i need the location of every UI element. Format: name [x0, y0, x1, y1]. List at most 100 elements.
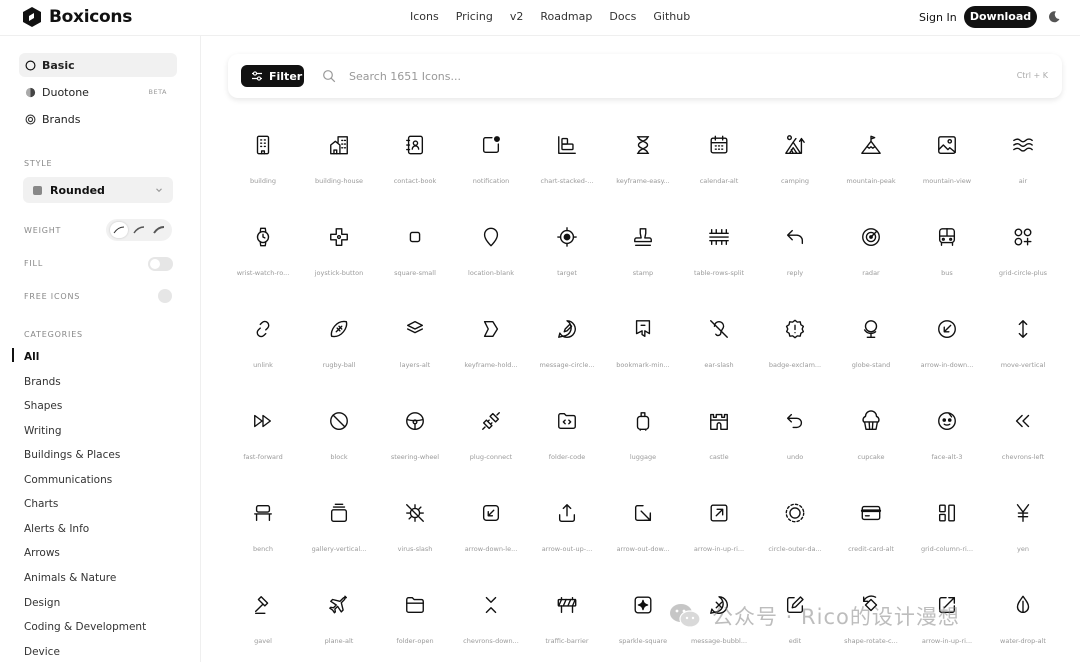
icon-card[interactable]: chevrons-down...: [453, 582, 529, 662]
icon-card[interactable]: castle: [681, 398, 757, 478]
nav-link-github[interactable]: Github: [653, 10, 690, 23]
icon-label: wrist-watch-ro...: [236, 269, 290, 277]
icon-card[interactable]: undo: [757, 398, 833, 478]
icon-card[interactable]: layers-alt: [377, 306, 453, 386]
category-communications[interactable]: Communications: [24, 474, 112, 486]
icon-card[interactable]: target: [529, 214, 605, 294]
icon-card[interactable]: yen: [985, 490, 1061, 570]
icon-card[interactable]: grid-column-ri...: [909, 490, 985, 570]
category-alerts-info[interactable]: Alerts & Info: [24, 523, 89, 535]
icon-card[interactable]: plane-alt: [301, 582, 377, 662]
icon-card[interactable]: joystick-button: [301, 214, 377, 294]
icon-card[interactable]: luggage: [605, 398, 681, 478]
icon-label: rugby-ball: [322, 361, 356, 369]
icon-card[interactable]: message-circle...: [529, 306, 605, 386]
category-buildings-places[interactable]: Buildings & Places: [24, 449, 120, 461]
icon-card[interactable]: gallery-vertical...: [301, 490, 377, 570]
icon-card[interactable]: plug-connect: [453, 398, 529, 478]
icon-card[interactable]: face-alt-3: [909, 398, 985, 478]
category-device[interactable]: Device: [24, 646, 60, 658]
icon-card[interactable]: unlink: [225, 306, 301, 386]
icon-card[interactable]: circle-outer-da...: [757, 490, 833, 570]
nav-link-icons[interactable]: Icons: [410, 10, 439, 23]
categories-label: CATEGORIES: [24, 330, 83, 339]
icon-card[interactable]: calendar-alt: [681, 122, 757, 202]
filter-button[interactable]: Filter: [241, 65, 304, 87]
icon-card[interactable]: arrow-in-down...: [909, 306, 985, 386]
icon-card[interactable]: air: [985, 122, 1061, 202]
icon-card[interactable]: rugby-ball: [301, 306, 377, 386]
icon-card[interactable]: move-vertical: [985, 306, 1061, 386]
variant-basic[interactable]: Basic: [19, 53, 177, 77]
icon-card[interactable]: block: [301, 398, 377, 478]
search-input[interactable]: [349, 67, 749, 85]
icon-card[interactable]: mountain-view: [909, 122, 985, 202]
icon-card[interactable]: table-rows-split: [681, 214, 757, 294]
icon-card[interactable]: ear-slash: [681, 306, 757, 386]
undo-icon: [786, 413, 803, 429]
weight-light[interactable]: [110, 222, 128, 238]
category-charts[interactable]: Charts: [24, 498, 58, 510]
weight-regular[interactable]: [130, 222, 148, 238]
nav-link-docs[interactable]: Docs: [609, 10, 636, 23]
icon-card[interactable]: reply: [757, 214, 833, 294]
icon-card[interactable]: bus: [909, 214, 985, 294]
icon-card[interactable]: badge-exclam...: [757, 306, 833, 386]
nav-link-roadmap[interactable]: Roadmap: [540, 10, 592, 23]
search-icon: [323, 70, 336, 83]
icon-card[interactable]: credit-card-alt: [833, 490, 909, 570]
icon-card[interactable]: bookmark-min...: [605, 306, 681, 386]
icon-card[interactable]: gavel: [225, 582, 301, 662]
dark-mode-toggle-icon[interactable]: [1047, 10, 1061, 24]
icon-card[interactable]: arrow-out-up-...: [529, 490, 605, 570]
icon-card[interactable]: chevrons-left: [985, 398, 1061, 478]
style-select[interactable]: Rounded: [23, 177, 173, 203]
download-button[interactable]: Download: [964, 6, 1037, 28]
free-icons-toggle[interactable]: [158, 289, 172, 303]
brand-logo[interactable]: Boxicons: [22, 6, 132, 28]
icon-card[interactable]: mountain-peak: [833, 122, 909, 202]
category-shapes[interactable]: Shapes: [24, 400, 62, 412]
nav-link-v2[interactable]: v2: [510, 10, 524, 23]
icon-card[interactable]: square-small: [377, 214, 453, 294]
icon-card[interactable]: stamp: [605, 214, 681, 294]
nav-link-pricing[interactable]: Pricing: [456, 10, 493, 23]
icon-card[interactable]: building-house: [301, 122, 377, 202]
variant-brands[interactable]: Brands: [19, 107, 177, 131]
icon-card[interactable]: wrist-watch-ro...: [225, 214, 301, 294]
icon-card[interactable]: location-blank: [453, 214, 529, 294]
icon-card[interactable]: arrow-down-le...: [453, 490, 529, 570]
icon-card[interactable]: keyframe-easy...: [605, 122, 681, 202]
icon-card[interactable]: chart-stacked-...: [529, 122, 605, 202]
icon-card[interactable]: keyframe-hold...: [453, 306, 529, 386]
icon-card[interactable]: grid-circle-plus: [985, 214, 1061, 294]
icon-card[interactable]: radar: [833, 214, 909, 294]
category-arrows[interactable]: Arrows: [24, 547, 60, 559]
icon-card[interactable]: arrow-out-dow...: [605, 490, 681, 570]
icon-card[interactable]: notification: [453, 122, 529, 202]
icon-card[interactable]: traffic-barrier: [529, 582, 605, 662]
icon-card[interactable]: building: [225, 122, 301, 202]
icon-card[interactable]: steering-wheel: [377, 398, 453, 478]
icon-card[interactable]: cupcake: [833, 398, 909, 478]
icon-card[interactable]: bench: [225, 490, 301, 570]
weight-bold[interactable]: [150, 222, 168, 238]
icon-card[interactable]: globe-stand: [833, 306, 909, 386]
category-writing[interactable]: Writing: [24, 425, 62, 437]
category-coding-development[interactable]: Coding & Development: [24, 621, 146, 633]
icon-card[interactable]: fast-forward: [225, 398, 301, 478]
icon-card[interactable]: arrow-in-up-ri...: [681, 490, 757, 570]
icon-card[interactable]: camping: [757, 122, 833, 202]
icon-label: reply: [786, 269, 804, 277]
category-design[interactable]: Design: [24, 597, 60, 609]
category-brands[interactable]: Brands: [24, 376, 61, 388]
category-animals-nature[interactable]: Animals & Nature: [24, 572, 116, 584]
icon-card[interactable]: folder-code: [529, 398, 605, 478]
icon-card[interactable]: virus-slash: [377, 490, 453, 570]
icon-card[interactable]: contact-book: [377, 122, 453, 202]
icon-card[interactable]: folder-open: [377, 582, 453, 662]
variant-duotone[interactable]: Duotone BETA: [19, 80, 177, 104]
sign-in-link[interactable]: Sign In: [919, 11, 957, 24]
fill-toggle[interactable]: [148, 257, 173, 271]
category-all[interactable]: All: [24, 351, 39, 363]
